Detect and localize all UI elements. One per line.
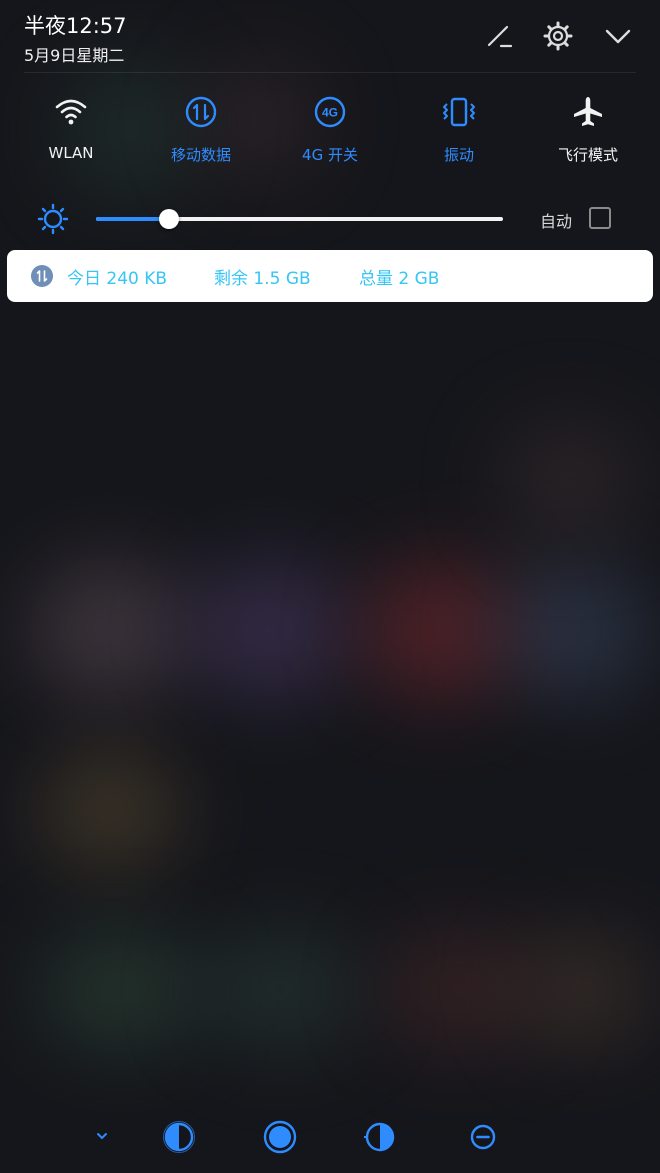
brightness-thumb[interactable] (159, 209, 180, 229)
data-today: 今日 240 KB (67, 269, 168, 289)
toggle-airplane[interactable]: 飞行模式 (523, 92, 653, 165)
svg-text:4G: 4G (322, 106, 338, 120)
toggle-label: 振动 (443, 146, 474, 164)
bottom-controls (0, 1110, 660, 1165)
contrast-left-icon[interactable] (161, 1119, 197, 1155)
brightness-fill (96, 217, 170, 221)
brightness-slider[interactable] (96, 209, 503, 229)
auto-brightness-checkbox[interactable] (589, 207, 611, 229)
settings-icon[interactable] (540, 18, 576, 54)
toggle-label: 飞行模式 (557, 146, 618, 164)
brightness-row: 自动 (0, 196, 660, 242)
toggle-4g[interactable]: 4G 4G 开关 (265, 92, 395, 165)
toggle-wlan[interactable]: WLAN (6, 92, 136, 162)
vibrate-icon (439, 92, 479, 132)
minus-icon[interactable] (467, 1121, 499, 1153)
clock-time: 半夜12:57 (24, 14, 127, 38)
quick-toggles: WLAN 移动数据 4G 4G 开关 振动 飞行模式 (0, 92, 660, 182)
data-remaining: 剩余 1.5 GB (214, 269, 311, 289)
circle-icon[interactable] (261, 1118, 299, 1156)
wifi-icon (51, 92, 91, 132)
contrast-right-icon[interactable] (362, 1119, 398, 1155)
notification-header: 半夜12:57 5月9日星期二 (0, 0, 660, 72)
airplane-icon (568, 92, 608, 132)
brightness-icon (36, 202, 70, 236)
toggle-label: WLAN (48, 144, 94, 162)
edit-icon[interactable] (480, 18, 516, 54)
toggle-label: 移动数据 (170, 146, 231, 164)
collapse-icon[interactable] (92, 1126, 112, 1146)
header-divider (24, 72, 636, 73)
mobile-data-icon (181, 92, 221, 132)
data-total: 总量 2 GB (359, 269, 440, 289)
toggle-vibrate[interactable]: 振动 (394, 92, 524, 165)
data-usage-card[interactable]: 今日 240 KB 剩余 1.5 GB 总量 2 GB (7, 250, 653, 302)
chevron-down-icon[interactable] (600, 18, 636, 54)
toggle-label: 4G 开关 (302, 146, 358, 164)
auto-brightness-label: 自动 (540, 212, 573, 231)
4g-icon: 4G (310, 92, 350, 132)
data-usage-icon (31, 265, 53, 287)
date-label: 5月9日星期二 (24, 46, 125, 65)
toggle-mobile-data[interactable]: 移动数据 (136, 92, 266, 165)
